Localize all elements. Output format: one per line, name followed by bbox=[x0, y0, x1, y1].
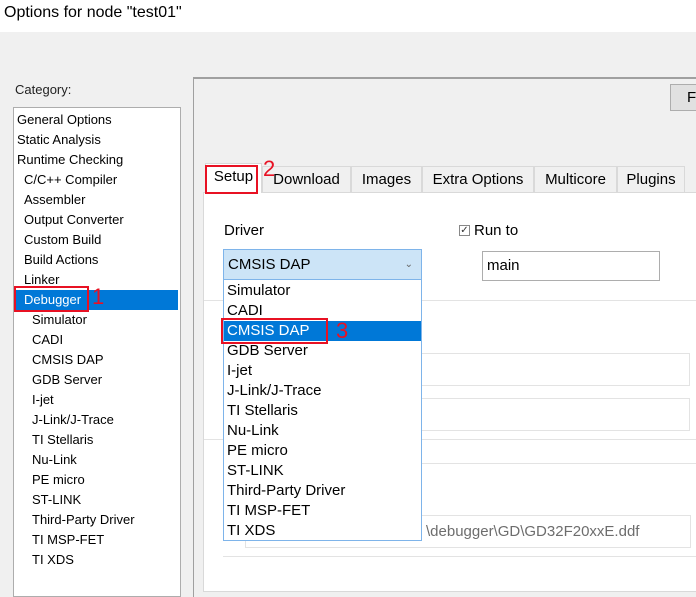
section-divider bbox=[420, 463, 696, 464]
category-item[interactable]: ST-LINK bbox=[14, 490, 178, 510]
driver-option[interactable]: TI Stellaris bbox=[224, 401, 421, 421]
category-item[interactable]: I-jet bbox=[14, 390, 178, 410]
annotation-box-cmsis-dap bbox=[221, 318, 328, 344]
run-to-checkbox[interactable]: ✓ bbox=[459, 225, 470, 236]
category-item[interactable]: CADI bbox=[14, 330, 178, 350]
driver-option[interactable]: I-jet bbox=[224, 361, 421, 381]
tab-plugins[interactable]: Plugins bbox=[617, 166, 685, 192]
category-item[interactable]: Static Analysis bbox=[14, 130, 178, 150]
setup-field[interactable] bbox=[420, 398, 690, 431]
group-border bbox=[223, 556, 696, 557]
driver-select[interactable]: CMSIS DAP ⌄ bbox=[223, 249, 422, 280]
tab-download[interactable]: Download bbox=[262, 166, 351, 192]
category-item[interactable]: CMSIS DAP bbox=[14, 350, 178, 370]
category-item[interactable]: Assembler bbox=[14, 190, 178, 210]
category-item[interactable]: J-Link/J-Trace bbox=[14, 410, 178, 430]
category-item[interactable]: Custom Build bbox=[14, 230, 178, 250]
category-item[interactable]: Output Converter bbox=[14, 210, 178, 230]
driver-option[interactable]: Nu-Link bbox=[224, 421, 421, 441]
driver-option[interactable]: Simulator bbox=[224, 281, 421, 301]
driver-option[interactable]: J-Link/J-Trace bbox=[224, 381, 421, 401]
driver-option[interactable]: TI XDS bbox=[224, 521, 421, 541]
setup-field[interactable] bbox=[420, 353, 690, 386]
annotation-box-setup bbox=[205, 165, 258, 194]
category-item[interactable]: GDB Server bbox=[14, 370, 178, 390]
category-item[interactable]: TI MSP-FET bbox=[14, 530, 178, 550]
category-item[interactable]: C/C++ Compiler bbox=[14, 170, 178, 190]
run-to-input[interactable]: main bbox=[482, 251, 660, 281]
category-item[interactable]: Nu-Link bbox=[14, 450, 178, 470]
tab-extra-options[interactable]: Extra Options bbox=[422, 166, 534, 192]
driver-option[interactable]: GDB Server bbox=[224, 341, 421, 361]
driver-option[interactable]: Third-Party Driver bbox=[224, 481, 421, 501]
category-item[interactable]: Third-Party Driver bbox=[14, 510, 178, 530]
category-item[interactable]: Build Actions bbox=[14, 250, 178, 270]
category-list[interactable]: General Options Static Analysis Runtime Ch… bbox=[13, 107, 181, 597]
annotation-number-2: 2 bbox=[263, 156, 276, 181]
run-to-label: Run to bbox=[474, 222, 519, 239]
category-item[interactable]: TI Stellaris bbox=[14, 430, 178, 450]
driver-select-value: CMSIS DAP bbox=[228, 256, 311, 273]
annotation-number-1: 1 bbox=[92, 284, 105, 309]
chevron-down-icon: ⌄ bbox=[404, 259, 413, 270]
driver-option[interactable]: PE micro bbox=[224, 441, 421, 461]
factory-settings-button[interactable]: F bbox=[670, 84, 696, 111]
driver-option[interactable]: ST-LINK bbox=[224, 461, 421, 481]
category-item[interactable]: Simulator bbox=[14, 310, 178, 330]
category-item[interactable]: General Options bbox=[14, 110, 178, 130]
category-label: Category: bbox=[15, 82, 72, 97]
annotation-box-debugger bbox=[14, 286, 89, 312]
window-title: Options for node "test01" bbox=[4, 4, 182, 21]
driver-option[interactable]: TI MSP-FET bbox=[224, 501, 421, 521]
tab-images[interactable]: Images bbox=[351, 166, 422, 192]
category-item[interactable]: TI XDS bbox=[14, 550, 178, 570]
tab-multicore[interactable]: Multicore bbox=[534, 166, 617, 192]
driver-label: Driver bbox=[224, 222, 264, 239]
annotation-number-3: 3 bbox=[336, 318, 349, 343]
category-item[interactable]: Runtime Checking bbox=[14, 150, 178, 170]
category-item[interactable]: PE micro bbox=[14, 470, 178, 490]
